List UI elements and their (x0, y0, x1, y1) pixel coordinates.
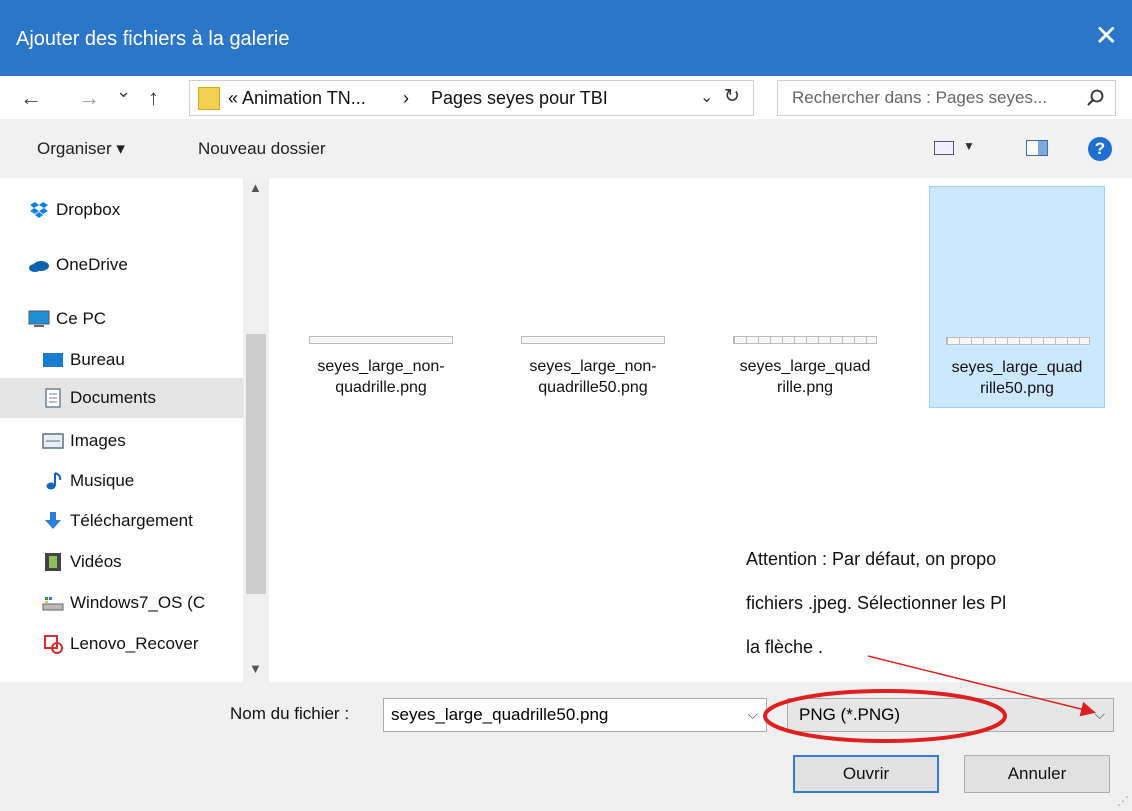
sidebar-item-label: Images (70, 431, 126, 450)
download-icon (45, 512, 61, 529)
sidebar-item-label: Dropbox (56, 200, 121, 219)
music-icon (46, 472, 62, 490)
sidebar-item-label: Ce PC (56, 309, 107, 328)
refresh-icon[interactable]: ↻ (724, 85, 740, 108)
back-arrow-icon[interactable]: ← (20, 85, 42, 111)
filetype-value: PNG (*.PNG) (799, 705, 901, 724)
sidebar-item-windows7-os[interactable]: Windows7_OS (C (0, 583, 262, 623)
filename-input[interactable]: seyes_large_quadrille50.png ⌵ (383, 698, 767, 732)
resize-grip-icon[interactable]: ⋰ (1117, 794, 1129, 808)
file-thumbnail (309, 336, 453, 344)
drive-icon (42, 597, 64, 611)
view-mode-dropdown-icon[interactable]: ▼ (963, 139, 975, 153)
preview-pane-icon[interactable] (1026, 140, 1048, 156)
sidebar-item-lenovo-recovery[interactable]: Lenovo_Recover (0, 624, 262, 664)
title-bar: Ajouter des fichiers à la galerie ✕ (0, 0, 1132, 76)
sidebar-item-label: Vidéos (70, 552, 122, 571)
sidebar-item-label: OneDrive (56, 255, 128, 274)
organise-menu-button[interactable]: Organiser ▾ (37, 139, 125, 159)
command-bar: Organiser ▾ Nouveau dossier ▼ ? (0, 119, 1132, 178)
sidebar-item-this-pc[interactable]: Ce PC (0, 299, 262, 339)
sidebar-item-onedrive[interactable]: OneDrive (0, 245, 262, 285)
sidebar-item-label: Musique (70, 471, 135, 490)
sidebar-item-label: Téléchargement (70, 511, 193, 530)
sidebar-item-dropbox[interactable]: Dropbox (0, 190, 262, 230)
annotation-line: fichiers .jpeg. Sélectionner les Pl (746, 593, 1007, 613)
recent-locations-chevron-icon[interactable]: ⌄ (116, 81, 131, 102)
folder-icon (198, 87, 220, 110)
annotation-line: la flèche . (746, 637, 824, 657)
scrollbar-thumb[interactable] (246, 334, 266, 594)
file-item-selected[interactable]: seyes_large_quad rille50.png (929, 186, 1105, 408)
videos-icon (45, 553, 61, 571)
filename-label: Nom du fichier : (230, 704, 350, 723)
navigation-bar: ← → ⌄ ↑ « Animation TN... › Pages seyes … (0, 76, 1132, 119)
dropbox-icon (30, 202, 48, 218)
filetype-select[interactable]: PNG (*.PNG) ⌵ (787, 698, 1114, 732)
onedrive-icon (29, 261, 49, 272)
sidebar-scrollbar[interactable]: ▲ ▼ (243, 178, 269, 682)
file-thumbnail (946, 337, 1090, 345)
file-item[interactable]: seyes_large_non-quadrille.png (293, 186, 469, 408)
open-button[interactable]: Ouvrir (793, 755, 939, 793)
desktop-icon (43, 353, 63, 367)
file-name: seyes_large_quad rille.png (739, 358, 871, 396)
scroll-up-icon[interactable]: ▲ (249, 180, 262, 195)
address-bar[interactable]: « Animation TN... › Pages seyes pour TBI… (189, 80, 754, 116)
navigation-pane: Dropbox OneDrive Ce PC Bureau Documents … (0, 178, 270, 682)
close-icon[interactable]: ✕ (1095, 22, 1118, 50)
file-thumbnail (733, 336, 877, 344)
search-icon[interactable] (1085, 88, 1105, 108)
breadcrumb-separator[interactable]: › (403, 88, 409, 109)
breadcrumb-parent[interactable]: « Animation TN... (228, 88, 366, 109)
sidebar-item-label: Lenovo_Recover (70, 634, 199, 653)
breadcrumb-current[interactable]: Pages seyes pour TBI (431, 88, 608, 109)
window-title: Ajouter des fichiers à la galerie (16, 28, 290, 50)
new-folder-button[interactable]: Nouveau dossier (198, 139, 326, 159)
file-thumbnail (521, 336, 665, 344)
file-item[interactable]: seyes_large_non-quadrille50.png (505, 186, 681, 408)
scroll-down-icon[interactable]: ▼ (249, 661, 262, 676)
address-dropdown-icon[interactable]: ⌄ (700, 87, 713, 107)
forward-arrow-icon[interactable]: → (78, 85, 100, 111)
sidebar-item-documents[interactable]: Documents (0, 378, 262, 418)
annotation-line: Attention : Par défaut, on propo (746, 549, 997, 569)
filename-value: seyes_large_quadrille50.png (391, 705, 609, 724)
file-name: seyes_large_non-quadrille.png (317, 358, 445, 396)
sidebar-item-label: Documents (70, 388, 156, 407)
sidebar-item-music[interactable]: Musique (0, 461, 262, 501)
file-name: seyes_large_quad rille50.png (951, 359, 1083, 397)
help-icon[interactable]: ? (1088, 137, 1112, 161)
images-icon (42, 433, 64, 449)
computer-icon (28, 310, 50, 327)
sidebar-item-label: Bureau (70, 350, 125, 369)
dialog-footer: Nom du fichier : seyes_large_quadrille50… (0, 682, 1132, 811)
chevron-down-icon[interactable]: ⌵ (747, 706, 758, 723)
cancel-button[interactable]: Annuler (964, 755, 1110, 793)
sidebar-item-downloads[interactable]: Téléchargement (0, 501, 262, 541)
search-input[interactable]: Rechercher dans : Pages seyes... (777, 80, 1116, 116)
chevron-down-icon[interactable]: ⌵ (1094, 706, 1105, 723)
sidebar-item-videos[interactable]: Vidéos (0, 542, 262, 582)
sidebar-item-desktop[interactable]: Bureau (0, 340, 262, 380)
file-name: seyes_large_non-quadrille50.png (529, 358, 657, 396)
file-item[interactable]: seyes_large_quad rille.png (717, 186, 893, 408)
search-placeholder: Rechercher dans : Pages seyes... (792, 88, 1048, 107)
sidebar-item-label: Windows7_OS (C (70, 593, 206, 612)
documents-icon (45, 388, 61, 408)
recovery-drive-icon (44, 635, 63, 654)
up-arrow-icon[interactable]: ↑ (148, 85, 159, 111)
view-mode-icon[interactable] (934, 141, 954, 155)
sidebar-item-images[interactable]: Images (0, 421, 262, 461)
